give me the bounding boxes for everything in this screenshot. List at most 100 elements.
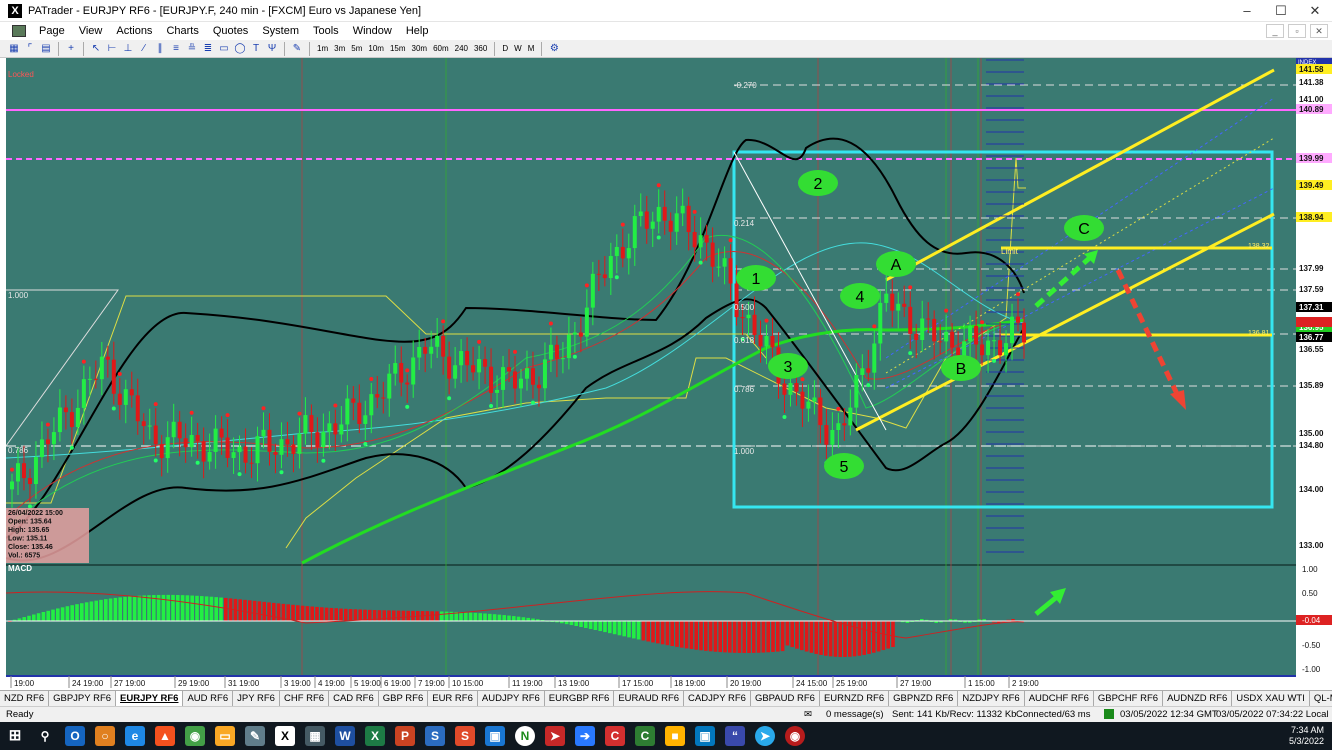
trend-line-icon[interactable]: ∕ <box>137 42 151 56</box>
symbol-tab[interactable]: GBP RF6 <box>379 691 429 706</box>
notepad-icon[interactable]: ✎ <box>245 726 265 746</box>
tf-15m[interactable]: 15m <box>387 44 409 53</box>
symbol-tab[interactable]: GBPJPY RF6 <box>49 691 117 706</box>
line-chart-icon[interactable]: ⌜ <box>23 42 37 56</box>
app-s-red-icon[interactable]: S <box>455 726 475 746</box>
grid-icon[interactable]: ▦ <box>7 42 21 56</box>
mdi-minimize-icon[interactable]: _ <box>1266 24 1284 38</box>
menu-actions[interactable]: Actions <box>109 25 159 37</box>
pitchfork-icon[interactable]: Ψ <box>265 42 279 56</box>
menu-view[interactable]: View <box>72 25 110 37</box>
symbol-tab[interactable]: GBPCHF RF6 <box>1094 691 1164 706</box>
menu-system[interactable]: System <box>255 25 306 37</box>
menu-help[interactable]: Help <box>399 25 436 37</box>
outlook-icon[interactable]: O <box>65 726 85 746</box>
horizontal-line-icon[interactable]: ⊢ <box>105 42 119 56</box>
app-c-red-icon[interactable]: C <box>605 726 625 746</box>
symbol-tab[interactable]: QL-Majors <box>1310 691 1332 706</box>
monitor-icon[interactable]: ▣ <box>485 726 505 746</box>
symbol-tab[interactable]: AUD RF6 <box>183 691 234 706</box>
minimize-icon[interactable]: – <box>1230 0 1264 22</box>
zoom-chart-icon[interactable]: ▤ <box>39 42 53 56</box>
symbol-tab[interactable]: CADJPY RF6 <box>684 691 751 706</box>
candle <box>986 340 991 356</box>
tf-5m[interactable]: 5m <box>348 44 365 53</box>
text-tool-icon[interactable]: T <box>249 42 263 56</box>
menu-quotes[interactable]: Quotes <box>206 25 255 37</box>
chart-area[interactable]: -0.270 0.214 0.500 0.618 0.786 1.000 1.000 0.78… <box>5 58 1332 688</box>
channel-icon[interactable]: ∥ <box>153 42 167 56</box>
period-w[interactable]: W <box>511 44 525 53</box>
symbol-tab[interactable]: CAD RF6 <box>329 691 379 706</box>
symbol-tab[interactable]: USDX XAU WTI <box>1232 691 1310 706</box>
maximize-icon[interactable]: ☐ <box>1264 0 1298 22</box>
symbol-tab[interactable]: NZD RF6 <box>0 691 50 706</box>
message-icon[interactable]: ✉ <box>804 707 812 722</box>
fibonacci-icon[interactable]: ≡ <box>169 42 183 56</box>
brave-icon[interactable]: ▲ <box>155 726 175 746</box>
pencil-icon[interactable]: ✎ <box>290 42 304 56</box>
menu-charts[interactable]: Charts <box>159 25 205 37</box>
clock[interactable]: 7:34 AM 5/3/2022 <box>1289 725 1324 747</box>
tf-360[interactable]: 360 <box>471 44 490 53</box>
excel-icon[interactable]: X <box>365 726 385 746</box>
symbol-tab[interactable]: AUDJPY RF6 <box>478 691 545 706</box>
cursor-icon[interactable]: ↖ <box>89 42 103 56</box>
symbol-tab[interactable]: AUDCHF RF6 <box>1025 691 1094 706</box>
tf-240[interactable]: 240 <box>452 44 471 53</box>
mdi-close-icon[interactable]: ✕ <box>1310 24 1328 38</box>
symbol-tab[interactable]: EURJPY RF6 <box>116 691 184 706</box>
symbol-tab[interactable]: GBPAUD RF6 <box>751 691 820 706</box>
tf-60m[interactable]: 60m <box>430 44 452 53</box>
crosshair-icon[interactable]: + <box>64 42 78 56</box>
app-arrow-icon[interactable]: ➔ <box>575 726 595 746</box>
search-icon[interactable]: ⚲ <box>35 726 55 746</box>
symbol-tab[interactable]: NZDJPY RF6 <box>958 691 1025 706</box>
app-record-icon[interactable]: ◉ <box>785 726 805 746</box>
symbol-tab[interactable]: EURNZD RF6 <box>820 691 890 706</box>
edge-icon[interactable]: e <box>125 726 145 746</box>
app-quote-icon[interactable]: “ <box>725 726 745 746</box>
folder-icon[interactable]: ▭ <box>215 726 235 746</box>
symbol-tab[interactable]: EUR RF6 <box>428 691 478 706</box>
chrome-icon[interactable]: ◉ <box>185 726 205 746</box>
tf-30m[interactable]: 30m <box>409 44 431 53</box>
close-icon[interactable]: ✕ <box>1298 0 1332 22</box>
fib-extension-icon[interactable]: ≣ <box>201 42 215 56</box>
menu-page[interactable]: Page <box>32 25 72 37</box>
telegram-icon[interactable]: ➤ <box>755 726 775 746</box>
mdi-restore-icon[interactable]: ▫ <box>1288 24 1306 38</box>
price-chart[interactable]: -0.270 0.214 0.500 0.618 0.786 1.000 1.000 0.78… <box>5 58 1332 688</box>
settings-icon[interactable]: ⚙ <box>547 42 561 56</box>
period-d[interactable]: D <box>499 44 511 53</box>
calculator-icon[interactable]: ▦ <box>305 726 325 746</box>
app-square-icon[interactable]: ■ <box>665 726 685 746</box>
rectangle-icon[interactable]: ▭ <box>217 42 231 56</box>
tf-10m[interactable]: 10m <box>365 44 387 53</box>
fib-fan-icon[interactable]: ≞ <box>185 42 199 56</box>
vertical-line-icon[interactable]: ⊥ <box>121 42 135 56</box>
app-blue-icon[interactable]: ▣ <box>695 726 715 746</box>
tf-1m[interactable]: 1m <box>314 44 331 53</box>
symbol-tab[interactable]: AUDNZD RF6 <box>1163 691 1233 706</box>
symbol-tab[interactable]: CHF RF6 <box>280 691 330 706</box>
symbol-tab[interactable]: EURGBP RF6 <box>545 691 615 706</box>
word-icon[interactable]: W <box>335 726 355 746</box>
menu-window[interactable]: Window <box>346 25 399 37</box>
tf-3m[interactable]: 3m <box>331 44 348 53</box>
start-icon[interactable]: ⊞ <box>5 726 25 746</box>
period-m[interactable]: M <box>525 44 538 53</box>
menu-tools[interactable]: Tools <box>306 25 346 37</box>
symbol-tab[interactable]: GBPNZD RF6 <box>889 691 959 706</box>
app-bird-icon[interactable]: ➤ <box>545 726 565 746</box>
powerpoint-icon[interactable]: P <box>395 726 415 746</box>
status-messages[interactable]: 0 message(s) <box>826 707 884 722</box>
symbol-tab[interactable]: JPY RF6 <box>233 691 280 706</box>
app-n-icon[interactable]: N <box>515 726 535 746</box>
ellipse-icon[interactable]: ◯ <box>233 42 247 56</box>
app-c-green-icon[interactable]: C <box>635 726 655 746</box>
browser-icon[interactable]: ○ <box>95 726 115 746</box>
app-s-blue-icon[interactable]: S <box>425 726 445 746</box>
symbol-tab[interactable]: EURAUD RF6 <box>614 691 685 706</box>
patrader-icon[interactable]: X <box>275 726 295 746</box>
